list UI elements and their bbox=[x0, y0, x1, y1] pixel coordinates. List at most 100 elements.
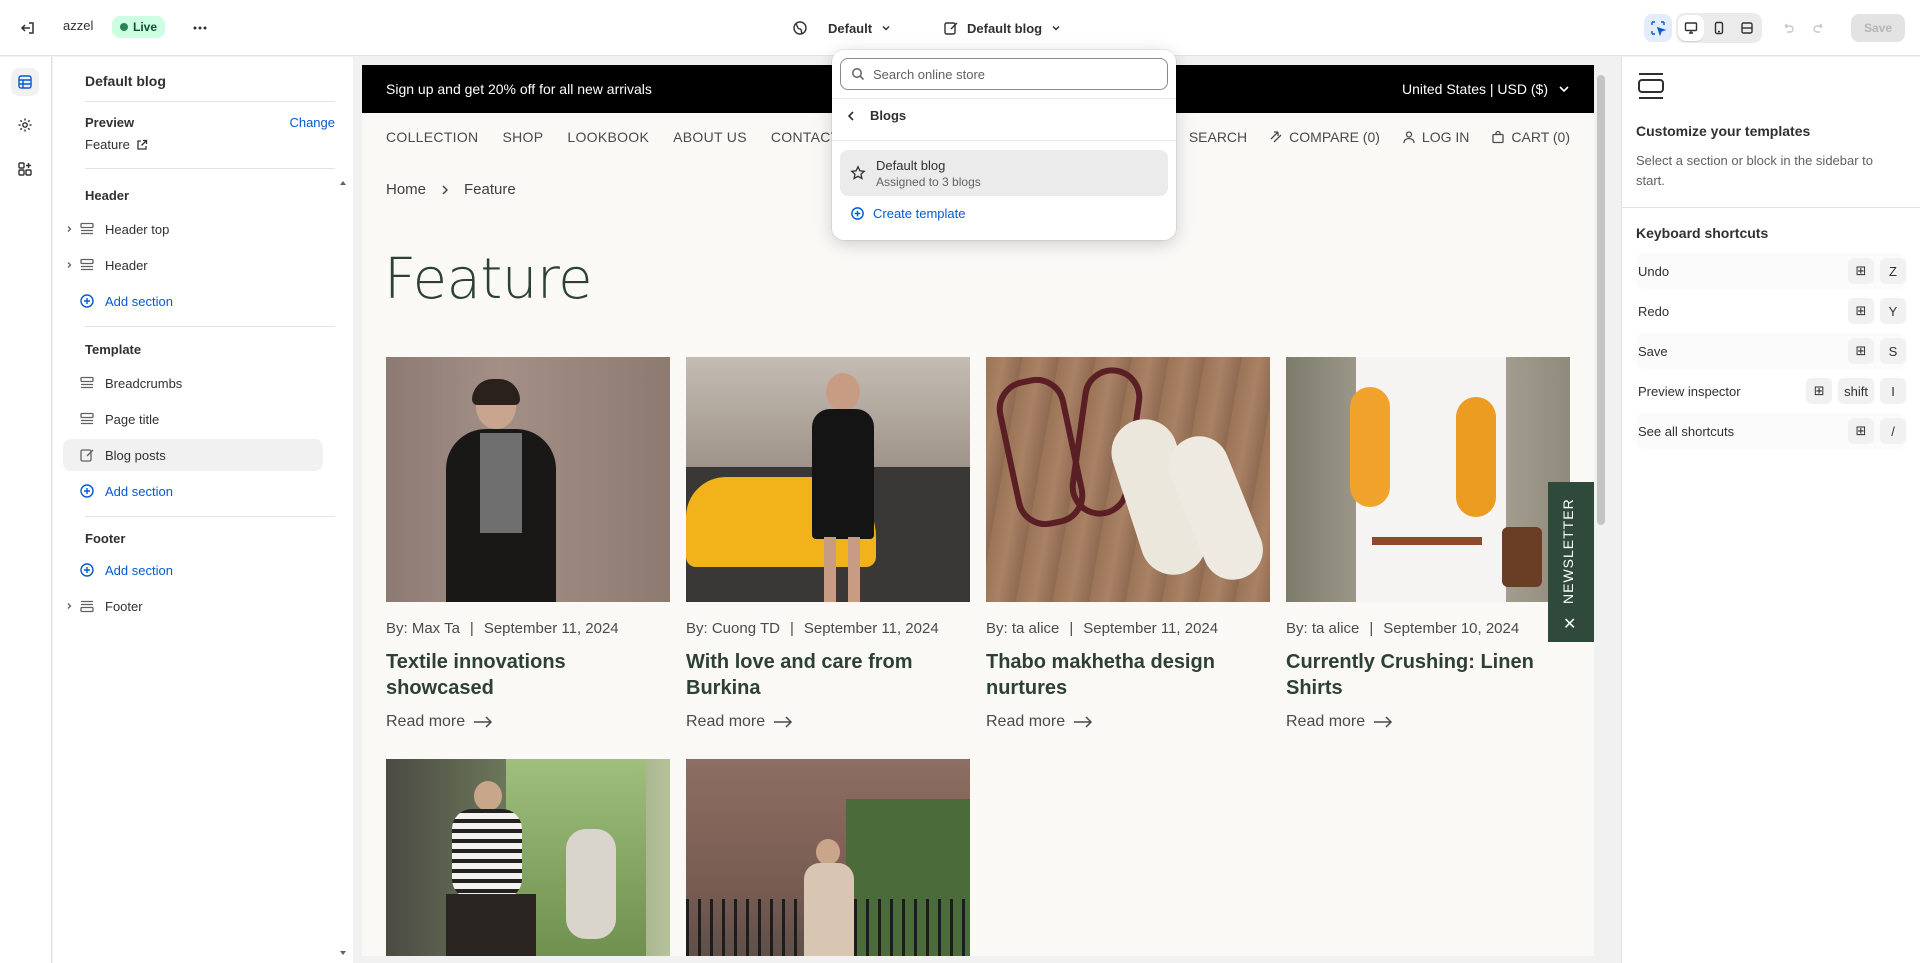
blog-card[interactable] bbox=[686, 759, 970, 956]
nav-collection[interactable]: COLLECTION bbox=[386, 129, 478, 145]
nav-compare[interactable]: COMPARE (0) bbox=[1269, 129, 1380, 145]
create-template-label: Create template bbox=[873, 206, 966, 221]
inspector-icon[interactable] bbox=[1644, 14, 1672, 42]
desktop-icon[interactable] bbox=[1678, 15, 1704, 41]
tree-item-page-title[interactable]: Page title bbox=[63, 403, 323, 435]
tree-item-footer[interactable]: Footer bbox=[63, 590, 323, 622]
scrollbar-thumb[interactable] bbox=[1597, 75, 1605, 525]
nav-login[interactable]: LOG IN bbox=[1402, 129, 1469, 145]
tree-item-label: Header top bbox=[105, 221, 170, 237]
add-section-footer[interactable]: Add section bbox=[63, 554, 323, 586]
blog-image[interactable] bbox=[386, 357, 670, 602]
mobile-icon[interactable] bbox=[1706, 15, 1732, 41]
read-more-link[interactable]: Read more bbox=[386, 713, 670, 731]
nav-shop[interactable]: SHOP bbox=[502, 129, 543, 145]
theme-select-label: Default bbox=[828, 20, 873, 36]
nav-cart[interactable]: CART (0) bbox=[1491, 129, 1570, 145]
read-more-link[interactable]: Read more bbox=[1286, 713, 1570, 731]
shortcut-see-all[interactable]: See all shortcuts ⊞ / bbox=[1636, 413, 1906, 449]
create-template-button[interactable]: Create template bbox=[850, 206, 966, 221]
chevron-down-icon bbox=[1052, 25, 1060, 31]
blog-card[interactable]: By: ta alice | September 10, 2024 Currentl… bbox=[1286, 357, 1570, 731]
preview-scrollbar[interactable] bbox=[1594, 65, 1608, 956]
popover-back-header[interactable]: Blogs bbox=[846, 108, 906, 123]
template-select[interactable]: Default blog bbox=[937, 12, 1068, 44]
blog-title[interactable]: Textile innovations showcased bbox=[386, 649, 670, 701]
tree-item-breadcrumbs[interactable]: Breadcrumbs bbox=[63, 367, 323, 399]
undo-icon[interactable] bbox=[1774, 14, 1802, 42]
blog-title[interactable]: Currently Crushing: Linen Shirts bbox=[1286, 649, 1570, 701]
fullscreen-icon[interactable] bbox=[1734, 15, 1760, 41]
blog-image[interactable] bbox=[1286, 357, 1570, 602]
chevron-right-icon[interactable] bbox=[63, 602, 75, 610]
blog-image[interactable] bbox=[986, 357, 1270, 602]
blog-card[interactable]: By: Max Ta | September 11, 2024 Textile in… bbox=[386, 357, 670, 731]
search-field[interactable] bbox=[840, 58, 1168, 90]
template-option-default-blog[interactable]: Default blog Assigned to 3 blogs bbox=[840, 150, 1168, 196]
read-more-label: Read more bbox=[386, 713, 466, 730]
blog-author: By: ta alice bbox=[986, 620, 1060, 637]
blog-title[interactable]: Thabo makhetha design nurtures bbox=[986, 649, 1270, 701]
currency-selector[interactable]: United States | USD ($) bbox=[1402, 81, 1570, 97]
key: I bbox=[1880, 378, 1906, 404]
more-actions-icon[interactable] bbox=[186, 14, 214, 42]
preview-page-link[interactable]: Feature bbox=[85, 137, 335, 152]
close-icon[interactable]: ✕ bbox=[1563, 614, 1576, 634]
blog-card[interactable] bbox=[386, 759, 670, 956]
shortcut-redo: Redo ⊞ Y bbox=[1636, 293, 1906, 329]
tree-item-blog-posts[interactable]: Blog posts bbox=[63, 439, 323, 471]
template-sections-icon bbox=[1638, 73, 1664, 99]
exit-icon[interactable] bbox=[14, 14, 42, 42]
chevron-right-icon[interactable] bbox=[63, 225, 75, 233]
arrow-right-icon bbox=[774, 716, 793, 728]
blog-image[interactable] bbox=[386, 759, 670, 956]
tree-item-label: Header bbox=[105, 257, 148, 273]
read-more-link[interactable]: Read more bbox=[686, 713, 970, 731]
change-link[interactable]: Change bbox=[289, 115, 335, 130]
sections-icon[interactable] bbox=[11, 68, 39, 96]
read-more-link[interactable]: Read more bbox=[986, 713, 1270, 731]
tree-item-header-top[interactable]: Header top bbox=[63, 213, 323, 245]
blog-image[interactable] bbox=[686, 357, 970, 602]
gear-icon[interactable] bbox=[11, 111, 39, 139]
footer-section-icon bbox=[79, 598, 99, 614]
nav-search[interactable]: SEARCH bbox=[1189, 129, 1247, 145]
arrow-right-icon bbox=[474, 716, 493, 728]
save-button[interactable]: Save bbox=[1851, 14, 1905, 42]
scroll-down-icon[interactable] bbox=[339, 949, 347, 957]
blog-card[interactable]: By: Cuong TD | September 11, 2024 With lov… bbox=[686, 357, 970, 731]
redo-icon[interactable] bbox=[1805, 14, 1833, 42]
add-section-template[interactable]: Add section bbox=[63, 475, 323, 507]
blog-image[interactable] bbox=[686, 759, 970, 956]
add-section-header[interactable]: Add section bbox=[63, 285, 323, 317]
add-section-label: Add section bbox=[105, 562, 173, 578]
blog-card[interactable]: By: ta alice | September 11, 2024 Thabo ma… bbox=[986, 357, 1270, 731]
collapse-chevron-icon[interactable] bbox=[339, 179, 347, 187]
blog-meta: By: ta alice | September 11, 2024 bbox=[986, 620, 1270, 637]
blog-date: September 10, 2024 bbox=[1383, 620, 1520, 637]
shortcut-save: Save ⊞ S bbox=[1636, 333, 1906, 369]
tree-item-header[interactable]: Header bbox=[63, 249, 323, 281]
preview-value: Feature bbox=[85, 137, 130, 152]
blog-title[interactable]: With love and care from Burkina bbox=[686, 649, 970, 701]
newsletter-tab[interactable]: NEWSLETTER ✕ bbox=[1548, 482, 1594, 642]
compare-icon bbox=[1270, 131, 1282, 143]
add-circle-icon bbox=[851, 207, 864, 220]
search-input[interactable] bbox=[873, 66, 1157, 82]
apps-icon[interactable] bbox=[11, 155, 39, 183]
shortcuts-heading: Keyboard shortcuts bbox=[1636, 225, 1769, 241]
blog-meta: By: Cuong TD | September 11, 2024 bbox=[686, 620, 970, 637]
breadcrumb-home[interactable]: Home bbox=[386, 181, 426, 198]
breadcrumb: Home Feature bbox=[386, 181, 516, 198]
user-icon bbox=[1403, 131, 1415, 144]
meta-separator: | bbox=[1369, 620, 1374, 637]
add-circle-icon bbox=[79, 293, 99, 309]
chevron-right-icon[interactable] bbox=[63, 261, 75, 269]
nav-about-us[interactable]: ABOUT US bbox=[673, 129, 747, 145]
theme-select[interactable]: Default bbox=[786, 12, 898, 44]
nav-lookbook[interactable]: LOOKBOOK bbox=[567, 129, 649, 145]
key: S bbox=[1880, 338, 1906, 364]
divider bbox=[85, 516, 335, 517]
key: shift bbox=[1838, 378, 1874, 404]
main-nav: COLLECTION SHOP LOOKBOOK ABOUT US CONTAC… bbox=[386, 129, 864, 145]
